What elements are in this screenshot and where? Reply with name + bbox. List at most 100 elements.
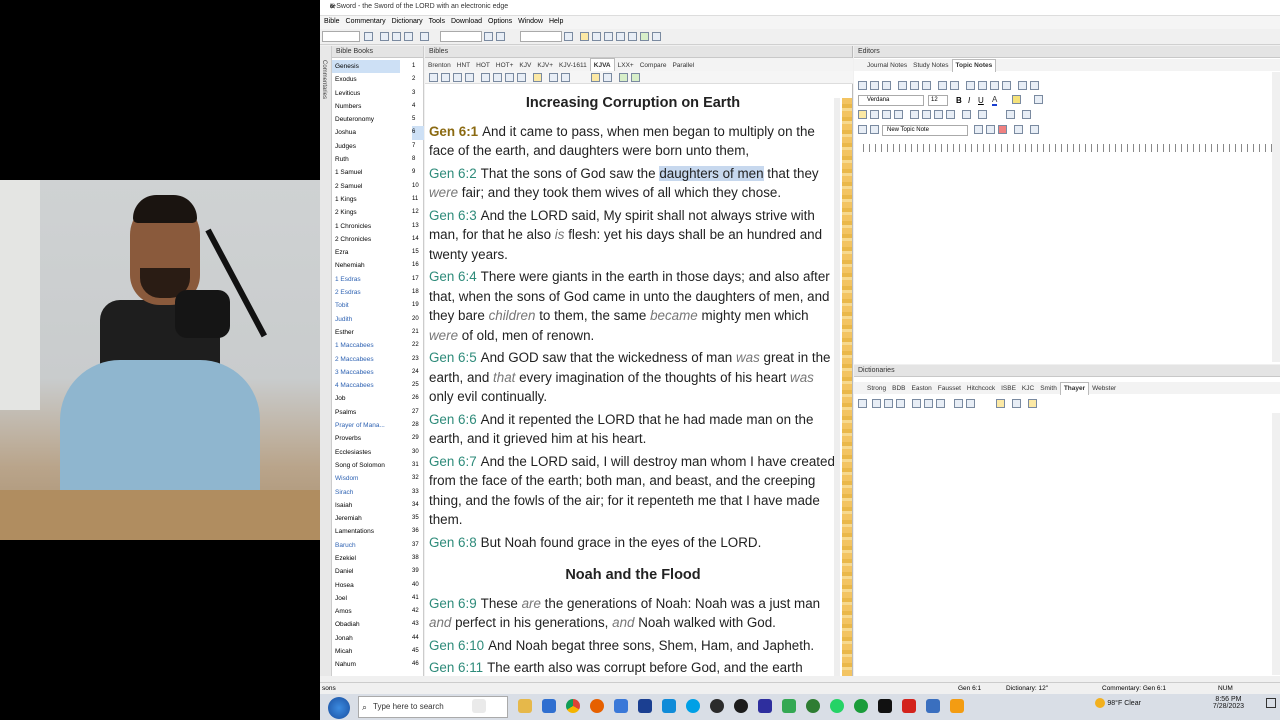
dict-icon-12[interactable] bbox=[1028, 399, 1037, 408]
chapter-item[interactable]: 24 bbox=[412, 366, 424, 379]
justify-icon[interactable] bbox=[894, 110, 903, 119]
bible-tool-icon-8[interactable] bbox=[517, 73, 526, 82]
verse-reference[interactable]: Gen 6:11 bbox=[429, 660, 483, 675]
menu-help[interactable]: Help bbox=[549, 18, 563, 25]
tab-study-notes[interactable]: Study Notes bbox=[910, 60, 951, 72]
bible-tool-icon-4[interactable] bbox=[465, 73, 474, 82]
verse[interactable]: Gen 6:3 And the LORD said, My spirit shal… bbox=[429, 206, 837, 265]
skype-icon[interactable] bbox=[686, 699, 700, 713]
editor-icon-2[interactable] bbox=[870, 81, 879, 90]
tab-strong[interactable]: Strong bbox=[864, 383, 889, 395]
chapter-item[interactable]: 28 bbox=[412, 419, 424, 432]
verse[interactable]: Gen 6:1 And it came to pass, when men beg… bbox=[429, 122, 837, 161]
verse-reference[interactable]: Gen 6:7 bbox=[429, 454, 477, 469]
chapter-item[interactable]: 8 bbox=[412, 153, 424, 166]
editor-icon-1[interactable] bbox=[858, 81, 867, 90]
book-item[interactable]: Nehemiah bbox=[332, 259, 400, 272]
align-left-icon[interactable] bbox=[858, 110, 867, 119]
topic-save-icon[interactable] bbox=[858, 125, 867, 134]
book-item[interactable]: Amos bbox=[332, 605, 400, 618]
chapter-item[interactable]: 41 bbox=[412, 592, 424, 605]
chapter-item[interactable]: 26 bbox=[412, 392, 424, 405]
chapter-item[interactable]: 43 bbox=[412, 618, 424, 631]
verse-reference[interactable]: Gen 6:5 bbox=[429, 350, 477, 365]
book-item[interactable]: Ezekiel bbox=[332, 552, 400, 565]
dict-scrollbar[interactable] bbox=[1272, 413, 1280, 675]
lookup-icon[interactable] bbox=[564, 32, 573, 41]
edge-icon[interactable] bbox=[542, 699, 556, 713]
save-icon[interactable] bbox=[364, 32, 373, 41]
chapter-item[interactable]: 22 bbox=[412, 339, 424, 352]
bible-text[interactable]: Increasing Corruption on Earth Gen 6:1 An… bbox=[429, 92, 837, 681]
chapter-item[interactable]: 1 bbox=[412, 60, 424, 73]
chapter-item[interactable]: 18 bbox=[412, 286, 424, 299]
chapter-item[interactable]: 30 bbox=[412, 446, 424, 459]
dict-icon-7[interactable] bbox=[936, 399, 945, 408]
book-item[interactable]: Jeremiah bbox=[332, 512, 400, 525]
book-item[interactable]: Obadiah bbox=[332, 618, 400, 631]
chapter-item[interactable]: 15 bbox=[412, 246, 424, 259]
book-item[interactable]: Nahum bbox=[332, 658, 400, 671]
lookup-combo[interactable] bbox=[520, 31, 562, 42]
line-icon[interactable] bbox=[1022, 110, 1031, 119]
book-item[interactable]: Judith bbox=[332, 313, 400, 326]
book-item[interactable]: Baruch bbox=[332, 539, 400, 552]
search-combo[interactable] bbox=[440, 31, 482, 42]
book-item[interactable]: Prayer of Mana... bbox=[332, 419, 400, 432]
chapter-item[interactable]: 44 bbox=[412, 632, 424, 645]
chapter-item[interactable]: 10 bbox=[412, 180, 424, 193]
verse[interactable]: Gen 6:9 These are the generations of Noah… bbox=[429, 594, 837, 633]
book-item[interactable]: Micah bbox=[332, 645, 400, 658]
file-explorer-icon[interactable] bbox=[518, 699, 532, 713]
tool-icon[interactable] bbox=[496, 32, 505, 41]
app-icon-9[interactable] bbox=[854, 699, 868, 713]
book-item[interactable]: 4 Maccabees bbox=[332, 379, 400, 392]
bible-tool-icon-3[interactable] bbox=[453, 73, 462, 82]
chapter-item[interactable]: 11 bbox=[412, 193, 424, 206]
layout-icon-7[interactable] bbox=[652, 32, 661, 41]
book-item[interactable]: Job bbox=[332, 392, 400, 405]
book-item[interactable]: Leviticus bbox=[332, 87, 400, 100]
book-item[interactable]: Joshua bbox=[332, 126, 400, 139]
bible-tool-icon-6[interactable] bbox=[493, 73, 502, 82]
dict-icon-6[interactable] bbox=[924, 399, 933, 408]
chapter-item[interactable]: 35 bbox=[412, 512, 424, 525]
editor-scrollbar[interactable] bbox=[1272, 72, 1280, 362]
editor-icon-6[interactable] bbox=[922, 81, 931, 90]
topic-rename-icon[interactable] bbox=[986, 125, 995, 134]
tab-easton[interactable]: Easton bbox=[909, 383, 935, 395]
dict-icon-8[interactable] bbox=[954, 399, 963, 408]
editor-icon-13[interactable] bbox=[1018, 81, 1027, 90]
image-icon[interactable] bbox=[978, 110, 987, 119]
verse-reference[interactable]: Gen 6:3 bbox=[429, 208, 477, 223]
bible-tool-icon-7[interactable] bbox=[505, 73, 514, 82]
chapter-item[interactable]: 9 bbox=[412, 166, 424, 179]
reference-combo[interactable] bbox=[322, 31, 360, 42]
verse[interactable]: Gen 6:8 But Noah found grace in the eyes … bbox=[429, 533, 837, 553]
menu-download[interactable]: Download bbox=[451, 18, 482, 25]
dict-icon-2[interactable] bbox=[872, 399, 881, 408]
menu-options[interactable]: Options bbox=[488, 18, 512, 25]
topic-editor-area[interactable] bbox=[856, 154, 1270, 360]
bible-tool-icon-11[interactable] bbox=[561, 73, 570, 82]
editor-icon-14[interactable] bbox=[1030, 81, 1039, 90]
chapter-item[interactable]: 4 bbox=[412, 100, 424, 113]
chapter-item[interactable]: 38 bbox=[412, 552, 424, 565]
editor-icon-10[interactable] bbox=[978, 81, 987, 90]
notification-icon[interactable] bbox=[1266, 698, 1276, 708]
commentaries-side-tab[interactable]: Commentaries bbox=[320, 46, 332, 676]
bible-tool-icon-2[interactable] bbox=[441, 73, 450, 82]
menu-window[interactable]: Window bbox=[518, 18, 543, 25]
book-item[interactable]: Isaiah bbox=[332, 499, 400, 512]
editor-icon-4[interactable] bbox=[898, 81, 907, 90]
whatsapp-icon[interactable] bbox=[830, 699, 844, 713]
book-item[interactable]: Jonah bbox=[332, 632, 400, 645]
book-item[interactable]: 2 Maccabees bbox=[332, 353, 400, 366]
book-item[interactable]: Lamentations bbox=[332, 525, 400, 538]
app-icon-6[interactable] bbox=[758, 699, 772, 713]
chapter-item[interactable]: 16 bbox=[412, 259, 424, 272]
verse-reference[interactable]: Gen 6:8 bbox=[429, 535, 477, 550]
verse[interactable]: Gen 6:5 And GOD saw that the wickedness o… bbox=[429, 348, 837, 407]
book-item[interactable]: Tobit bbox=[332, 299, 400, 312]
bold-icon[interactable]: B bbox=[956, 96, 962, 105]
